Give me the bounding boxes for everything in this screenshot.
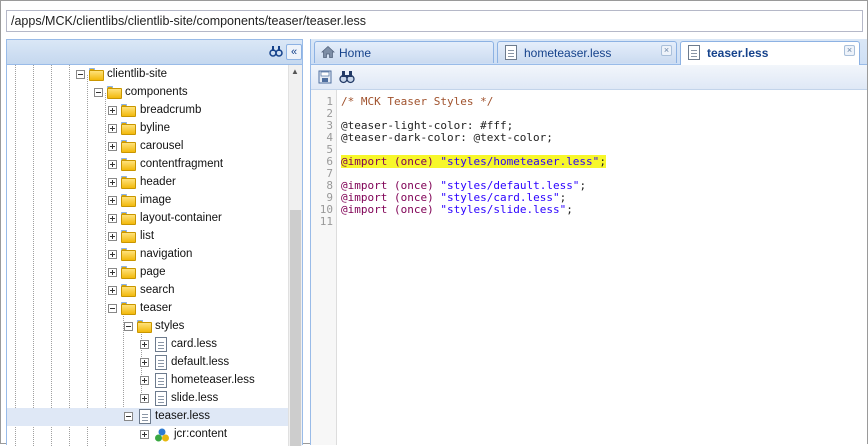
- collapse-toggle-icon[interactable]: [76, 70, 85, 79]
- folder-icon: [121, 194, 136, 207]
- code-line: @teaser-dark-color: @text-color;: [341, 131, 553, 144]
- folder-open-icon: [89, 68, 104, 81]
- file-icon: [505, 45, 517, 60]
- folder-icon: [121, 230, 136, 243]
- collapse-toggle-icon[interactable]: [108, 304, 117, 313]
- close-tab-icon[interactable]: ×: [661, 45, 672, 56]
- scrollbar-thumb[interactable]: [290, 210, 301, 446]
- tree-node-file[interactable]: hometeaser.less: [7, 372, 290, 390]
- folder-icon: [121, 176, 136, 189]
- explorer-header: «: [7, 40, 302, 65]
- tree-scrollbar[interactable]: ▲: [288, 65, 302, 446]
- tree-node-folder[interactable]: byline: [7, 120, 290, 138]
- tree-node-folder[interactable]: page: [7, 264, 290, 282]
- tree-node-folder[interactable]: navigation: [7, 246, 290, 264]
- tree-node-folder[interactable]: search: [7, 282, 290, 300]
- tree-node-jcr-content[interactable]: jcr:content: [7, 426, 290, 444]
- editor-panel: Home hometeaser.less × teaser.less × 1 2…: [310, 39, 867, 445]
- collapse-toggle-icon[interactable]: [124, 322, 133, 331]
- collapse-toggle-icon[interactable]: [124, 412, 133, 421]
- expand-toggle-icon[interactable]: [108, 142, 117, 151]
- tree-node-file[interactable]: card.less: [7, 336, 290, 354]
- tree-node-folder[interactable]: carousel: [7, 138, 290, 156]
- file-icon: [155, 355, 167, 370]
- path-bar[interactable]: /apps/MCK/clientlibs/clientlib-site/comp…: [6, 10, 863, 32]
- expand-toggle-icon[interactable]: [108, 214, 117, 223]
- tree-node-styles[interactable]: styles: [7, 318, 290, 336]
- application-window: /apps/MCK/clientlibs/clientlib-site/comp…: [0, 0, 868, 446]
- code-editor[interactable]: 1 2 3 4 5 6 7 8 9 10 11 /* MCK Teaser St…: [311, 90, 867, 445]
- tree-node-teaser[interactable]: teaser: [7, 300, 290, 318]
- tree-node-file[interactable]: default.less: [7, 354, 290, 372]
- expand-toggle-icon[interactable]: [108, 160, 117, 169]
- folder-open-icon: [137, 320, 152, 333]
- expand-toggle-icon[interactable]: [140, 340, 149, 349]
- expand-toggle-icon[interactable]: [108, 268, 117, 277]
- tree-node-folder[interactable]: contentfragment: [7, 156, 290, 174]
- collapse-toggle-icon[interactable]: [94, 88, 103, 97]
- tree-node-folder[interactable]: list: [7, 228, 290, 246]
- expand-toggle-icon[interactable]: [108, 124, 117, 133]
- file-icon: [155, 391, 167, 406]
- file-icon: [155, 373, 167, 388]
- tab-home[interactable]: Home: [314, 41, 494, 63]
- folder-icon: [121, 122, 136, 135]
- tree-node-clientlib-site[interactable]: clientlib-site: [7, 66, 290, 84]
- folder-open-icon: [107, 86, 122, 99]
- file-icon: [155, 337, 167, 352]
- close-tab-icon[interactable]: ×: [844, 45, 855, 56]
- scroll-up-icon[interactable]: ▲: [291, 67, 299, 76]
- expand-toggle-icon[interactable]: [108, 196, 117, 205]
- expand-toggle-icon[interactable]: [108, 178, 117, 187]
- tab-teaser-less[interactable]: teaser.less ×: [680, 41, 860, 65]
- file-icon: [139, 409, 151, 424]
- expand-toggle-icon[interactable]: [108, 286, 117, 295]
- expand-toggle-icon[interactable]: [140, 358, 149, 367]
- folder-icon: [121, 212, 136, 225]
- code-line-import: @import (once) "styles/slide.less";: [341, 203, 573, 216]
- expand-toggle-icon[interactable]: [140, 394, 149, 403]
- expand-toggle-icon[interactable]: [140, 430, 149, 439]
- line-number-gutter: 1 2 3 4 5 6 7 8 9 10 11: [311, 90, 337, 445]
- file-icon: [688, 45, 700, 60]
- line-number: 11: [319, 215, 333, 228]
- tree-node-file[interactable]: slide.less: [7, 390, 290, 408]
- highlight-marker: @import (once) "styles/hometeaser.less";: [341, 155, 606, 168]
- folder-icon: [121, 284, 136, 297]
- path-text: /apps/MCK/clientlibs/clientlib-site/comp…: [11, 14, 367, 28]
- tab-hometeaser-less[interactable]: hometeaser.less ×: [497, 41, 677, 63]
- folder-icon: [121, 248, 136, 261]
- tree-node-folder[interactable]: header: [7, 174, 290, 192]
- code-line-comment: /* MCK Teaser Styles */: [341, 95, 494, 108]
- tree-node-folder[interactable]: image: [7, 192, 290, 210]
- home-icon: [321, 45, 335, 62]
- find-icon[interactable]: [339, 69, 355, 85]
- collapse-panel-icon[interactable]: «: [286, 44, 302, 60]
- folder-open-icon: [121, 302, 136, 315]
- save-icon[interactable]: [317, 69, 333, 85]
- code-line-import-highlighted: @import (once) "styles/hometeaser.less";: [341, 155, 606, 168]
- folder-icon: [121, 266, 136, 279]
- expand-toggle-icon[interactable]: [108, 106, 117, 115]
- expand-toggle-icon[interactable]: [108, 250, 117, 259]
- tree-node-teaser-less[interactable]: teaser.less: [7, 408, 290, 426]
- tree-node-folder[interactable]: breadcrumb: [7, 102, 290, 120]
- tree-node-folder[interactable]: layout-container: [7, 210, 290, 228]
- editor-toolbar: [311, 65, 867, 90]
- tab-strip: Home hometeaser.less × teaser.less ×: [311, 39, 867, 65]
- expand-toggle-icon[interactable]: [108, 232, 117, 241]
- find-icon[interactable]: [269, 44, 283, 58]
- folder-icon: [121, 104, 136, 117]
- folder-icon: [121, 158, 136, 171]
- expand-toggle-icon[interactable]: [140, 376, 149, 385]
- tree-node-components[interactable]: components: [7, 84, 290, 102]
- repository-tree: clientlib-site components breadcrumb byl…: [7, 65, 290, 446]
- explorer-panel: « clientlib-site components breadcrumb b…: [6, 39, 303, 446]
- node-cluster-icon: [154, 427, 170, 443]
- folder-icon: [121, 140, 136, 153]
